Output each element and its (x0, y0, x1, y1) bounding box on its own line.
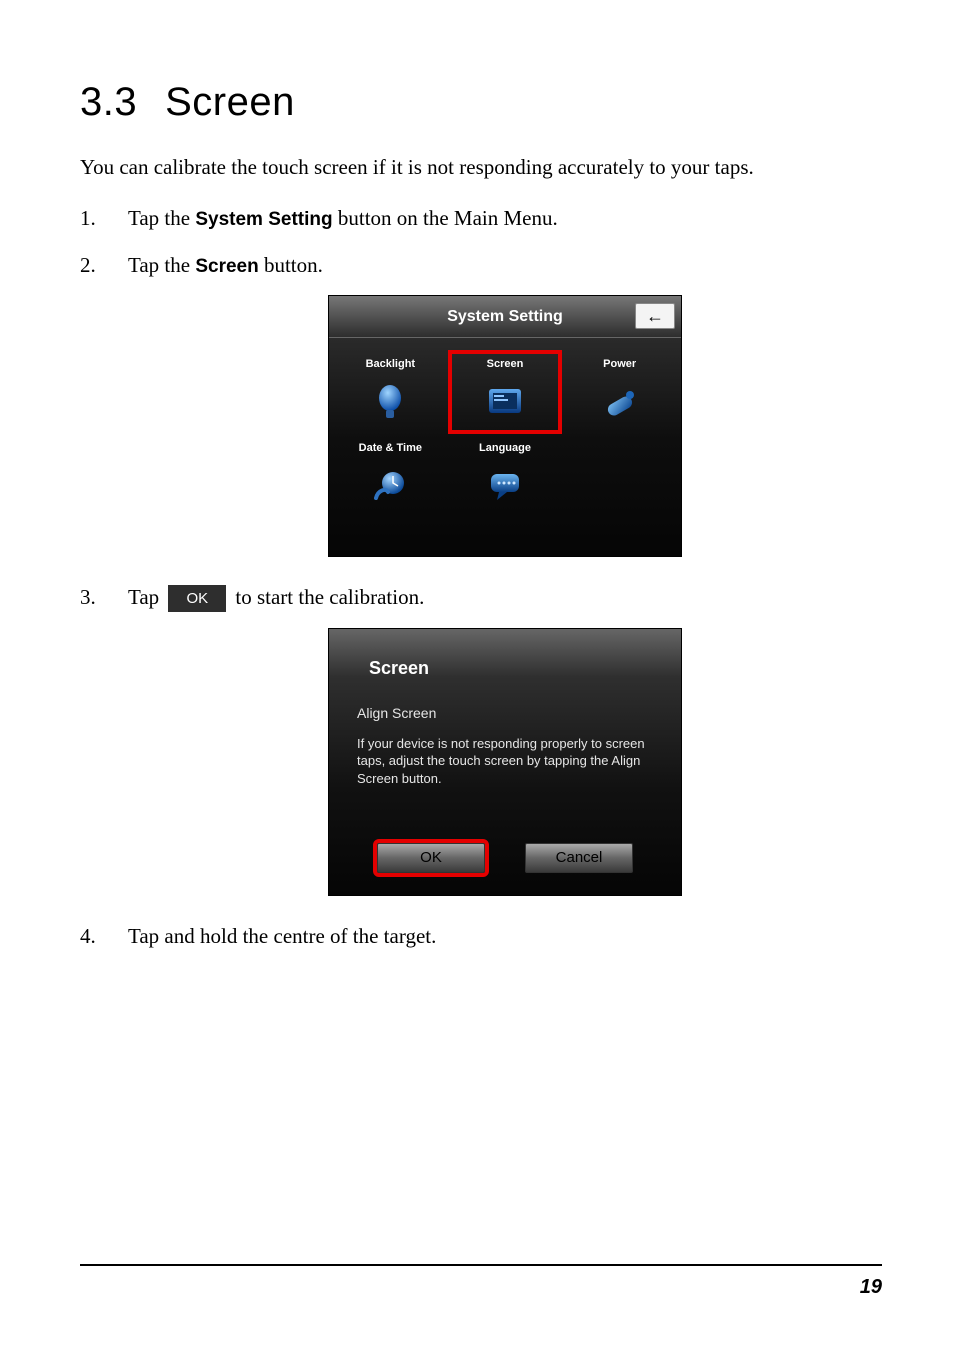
bold-system-setting: System Setting (195, 209, 332, 230)
bold-screen: Screen (195, 256, 258, 277)
sys-item-label: Date & Time (359, 442, 422, 454)
sys-header: System Setting ← (329, 296, 681, 338)
section-number: 3.3 (80, 80, 137, 124)
step-3: Tap OK to start the calibration. Screen … (80, 581, 882, 896)
sys-item-backlight[interactable]: Backlight (333, 350, 448, 433)
sys-item-label: Power (603, 358, 636, 370)
sys-item-screen[interactable]: Screen (448, 350, 563, 433)
page-number: 19 (860, 1276, 882, 1298)
sys-item-datetime[interactable]: Date & Time (333, 434, 448, 517)
dlg-subtitle: Align Screen (357, 703, 653, 725)
sys-grid: Backlight Screen Power (329, 338, 681, 516)
sys-item-language[interactable]: Language (448, 434, 563, 517)
cancel-button[interactable]: Cancel (525, 843, 633, 873)
sys-item-label: Screen (487, 358, 524, 370)
page-footer: 19 (80, 1264, 882, 1299)
lightbulb-icon (367, 380, 413, 426)
dlg-title: Screen (329, 629, 681, 693)
back-arrow-icon: ← (646, 303, 664, 331)
screenshot-screen-dialog: Screen Align Screen If your device is no… (328, 628, 682, 896)
screen-icon (482, 380, 528, 426)
battery-icon (597, 380, 643, 426)
inline-ok-button: OK (168, 585, 226, 612)
dlg-button-row: OK Cancel (329, 843, 681, 873)
section-title-text: Screen (165, 80, 295, 124)
sys-item-empty (562, 434, 677, 517)
section-heading: 3.3 Screen (80, 80, 882, 125)
cancel-button-label: Cancel (556, 846, 603, 869)
sys-title: System Setting (447, 305, 563, 330)
step-2: Tap the Screen button. System Setting ← … (80, 249, 882, 558)
intro-text: You can calibrate the touch screen if it… (80, 153, 882, 182)
dlg-description: If your device is not responding properl… (357, 735, 653, 788)
ok-button[interactable]: OK (377, 843, 485, 873)
back-button[interactable]: ← (635, 303, 675, 329)
sys-item-label: Language (479, 442, 531, 454)
screenshot-system-setting: System Setting ← Backlight Screen (328, 295, 682, 557)
sys-item-label: Backlight (366, 358, 416, 370)
dlg-body: Align Screen If your device is not respo… (329, 693, 681, 787)
sys-item-power[interactable]: Power (562, 350, 677, 433)
step-4: Tap and hold the centre of the target. (80, 920, 882, 953)
step-1: Tap the System Setting button on the Mai… (80, 202, 882, 235)
ok-button-label: OK (420, 846, 442, 869)
clock-icon (367, 463, 413, 509)
speech-bubble-icon (482, 463, 528, 509)
